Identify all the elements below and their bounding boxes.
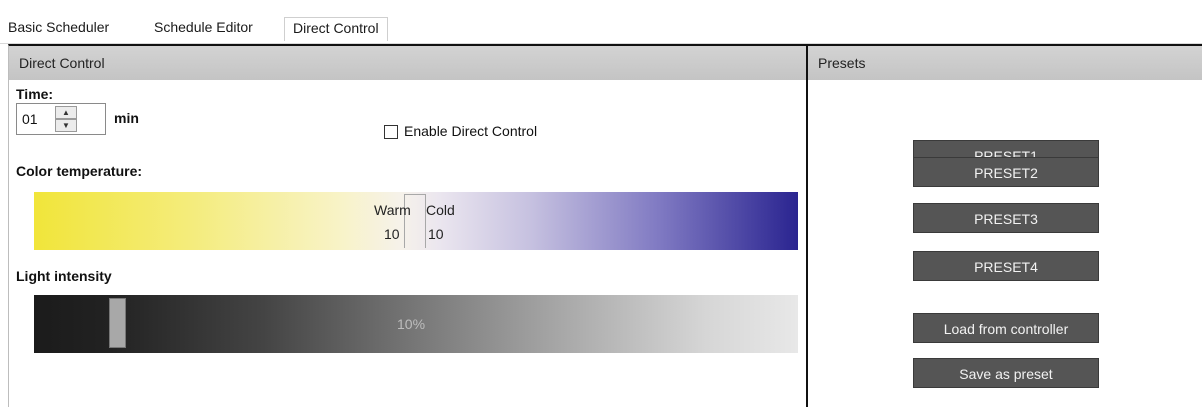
- load-from-controller-button[interactable]: Load from controller: [913, 313, 1099, 343]
- light-intensity-handle[interactable]: [108, 298, 126, 348]
- time-spinner[interactable]: 01 ▲ ▼: [16, 103, 106, 135]
- time-unit-label: min: [114, 110, 139, 126]
- light-intensity-label: Light intensity: [16, 268, 112, 284]
- warm-label: Warm: [374, 202, 411, 218]
- enable-direct-control-label[interactable]: Enable Direct Control: [404, 123, 537, 139]
- save-as-preset-button[interactable]: Save as preset: [913, 358, 1099, 388]
- presets-header: Presets: [808, 46, 1202, 80]
- time-label: Time:: [16, 86, 54, 102]
- cold-label: Cold: [426, 202, 455, 218]
- preset-2-button[interactable]: PRESET2: [913, 157, 1099, 187]
- increment-arrow-icon[interactable]: ▲: [55, 106, 77, 119]
- decrement-arrow-icon[interactable]: ▼: [55, 119, 77, 132]
- preset3-button[interactable]: PRESET3: [913, 203, 1099, 233]
- tab-schedule-editor[interactable]: Schedule Editor: [154, 19, 253, 35]
- light-intensity-value: 10%: [397, 316, 426, 332]
- cold-value: 10: [428, 226, 444, 242]
- time-value[interactable]: 01: [22, 111, 38, 127]
- tab-basic-scheduler[interactable]: Basic Scheduler: [8, 19, 109, 35]
- spinner-buttons: ▲ ▼: [55, 106, 77, 132]
- tab-direct-control[interactable]: Direct Control: [284, 17, 388, 41]
- warm-value: 10: [384, 226, 400, 242]
- tab-strip: Basic Scheduler Schedule Editor Direct C…: [0, 0, 1202, 44]
- enable-direct-control-checkbox[interactable]: [384, 125, 398, 139]
- color-temperature-label: Color temperature:: [16, 163, 143, 179]
- direct-control-header: Direct Control: [9, 46, 806, 80]
- preset4-button[interactable]: PRESET4: [913, 251, 1099, 281]
